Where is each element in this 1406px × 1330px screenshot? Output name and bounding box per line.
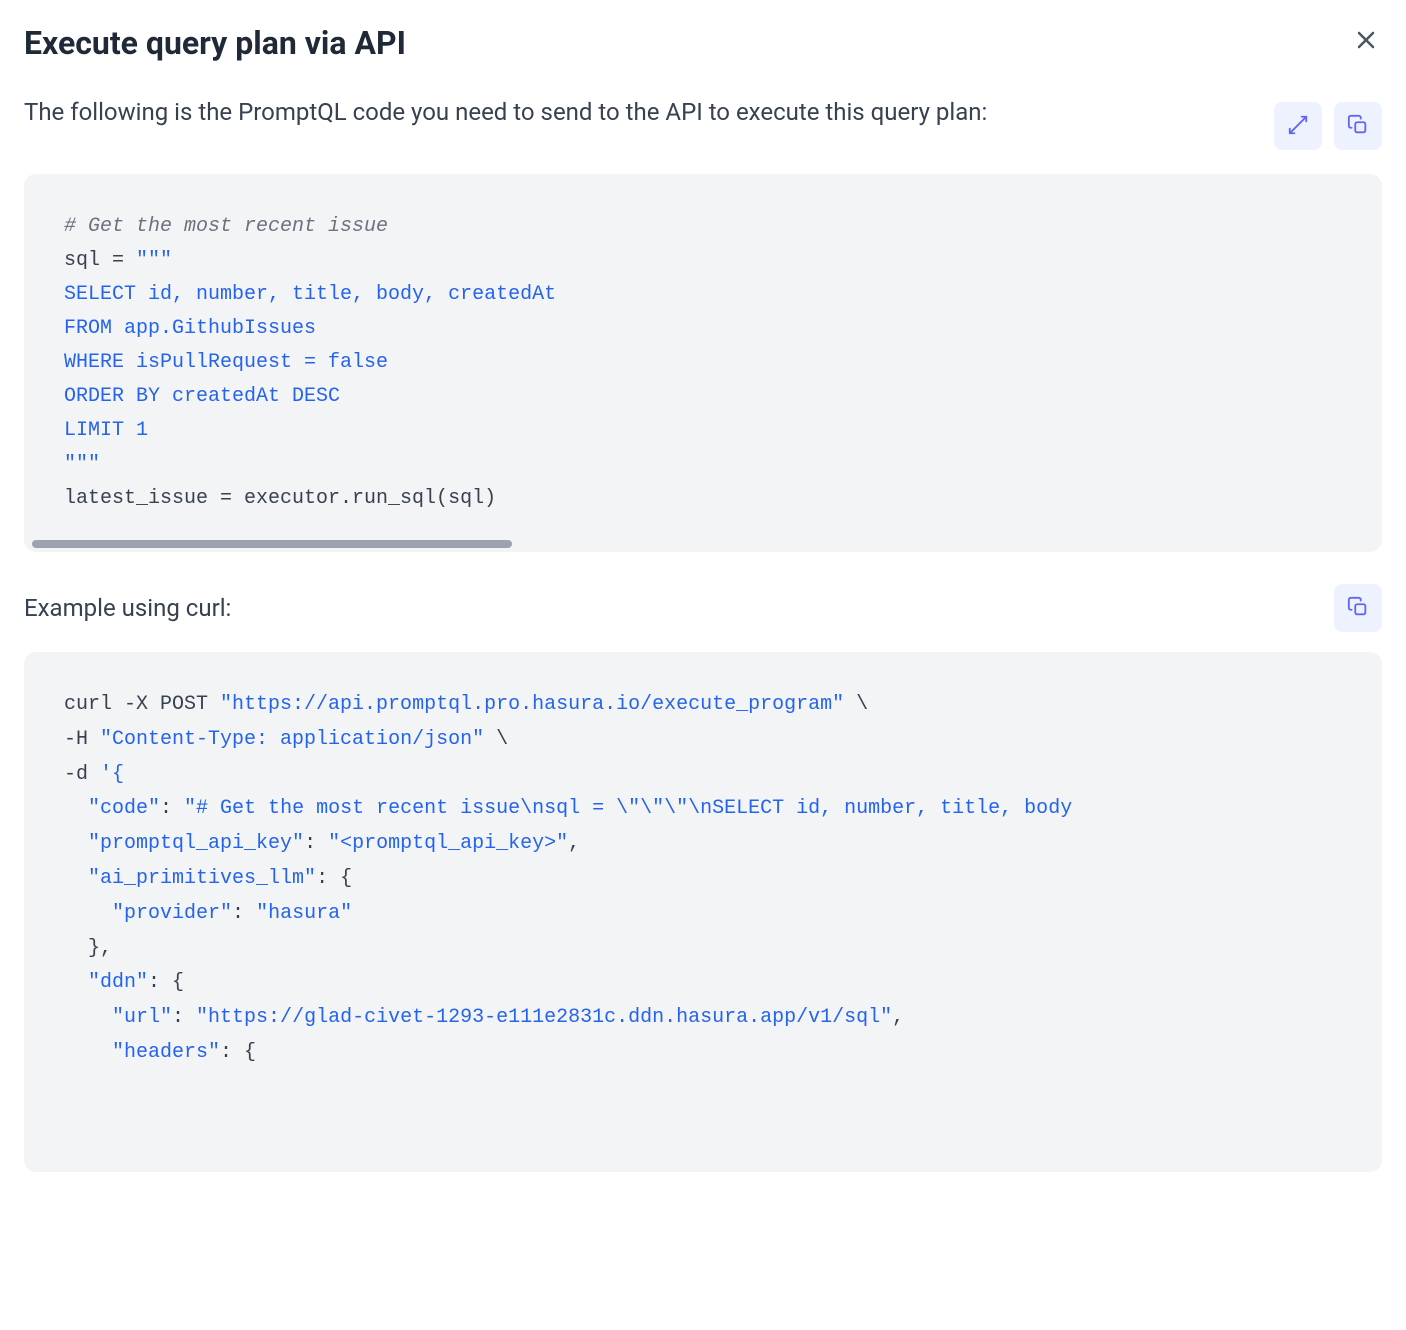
action-buttons bbox=[1274, 102, 1382, 150]
curl-punct: , bbox=[892, 1006, 904, 1029]
curl-json-value: "https://glad-civet-1293-e111e2831c.ddn.… bbox=[196, 1006, 892, 1029]
code-string: """ bbox=[136, 249, 172, 272]
copy-icon bbox=[1347, 596, 1369, 621]
curl-flag: -H bbox=[64, 728, 100, 751]
curl-esc: \ bbox=[844, 693, 868, 716]
curl-punct: : bbox=[172, 1006, 196, 1029]
curl-esc: \ bbox=[484, 728, 508, 751]
curl-punct: : { bbox=[220, 1041, 256, 1064]
curl-flag: -d bbox=[64, 763, 100, 786]
code-wrap-icon bbox=[1287, 114, 1309, 139]
code-comment: # Get the most recent issue bbox=[64, 215, 388, 238]
curl-code-block: curl -X POST "https://api.promptql.pro.h… bbox=[24, 652, 1382, 1172]
close-icon bbox=[1354, 28, 1378, 55]
curl-indent bbox=[64, 971, 88, 994]
curl-punct: : { bbox=[148, 971, 184, 994]
promptql-code: # Get the most recent issue sql = """ SE… bbox=[64, 210, 1342, 516]
curl-json-key: "code" bbox=[88, 797, 160, 820]
curl-json-value: "# Get the most recent issue\nsql = \"\"… bbox=[184, 797, 1072, 820]
example-row: Example using curl: bbox=[24, 584, 1382, 632]
copy-icon bbox=[1347, 114, 1369, 139]
curl-punct: : bbox=[160, 797, 184, 820]
curl-json-key: "ddn" bbox=[88, 971, 148, 994]
curl-code: curl -X POST "https://api.promptql.pro.h… bbox=[64, 688, 1342, 1071]
code-sql: WHERE isPullRequest = false bbox=[64, 351, 388, 374]
curl-json-key: "url" bbox=[112, 1006, 172, 1029]
code-sql: ORDER BY createdAt DESC bbox=[64, 385, 340, 408]
curl-indent bbox=[64, 867, 88, 890]
curl-json-value: "hasura" bbox=[256, 902, 352, 925]
curl-json-key: "headers" bbox=[112, 1041, 220, 1064]
code-line: sql = bbox=[64, 249, 136, 272]
intro-row: The following is the PromptQL code you n… bbox=[24, 94, 1382, 150]
curl-header: "Content-Type: application/json" bbox=[100, 728, 484, 751]
example-label: Example using curl: bbox=[24, 594, 231, 622]
curl-punct: }, bbox=[64, 937, 112, 960]
code-sql: FROM app.GithubIssues bbox=[64, 317, 316, 340]
code-sql: LIMIT 1 bbox=[64, 419, 148, 442]
curl-json-value: "<promptql_api_key>" bbox=[328, 832, 568, 855]
curl-punct: : bbox=[304, 832, 328, 855]
curl-json-key: "promptql_api_key" bbox=[88, 832, 304, 855]
modal-title: Execute query plan via API bbox=[24, 24, 406, 62]
modal-header: Execute query plan via API bbox=[24, 24, 1382, 62]
curl-indent bbox=[64, 797, 88, 820]
curl-punct: , bbox=[568, 832, 580, 855]
code-line: latest_issue = executor.run_sql(sql) bbox=[64, 487, 496, 510]
horizontal-scrollbar[interactable] bbox=[32, 540, 512, 548]
curl-indent bbox=[64, 832, 88, 855]
curl-json-key: "provider" bbox=[112, 902, 232, 925]
curl-punct: : bbox=[232, 902, 256, 925]
copy-curl-button[interactable] bbox=[1334, 584, 1382, 632]
wrap-code-button[interactable] bbox=[1274, 102, 1322, 150]
curl-url: "https://api.promptql.pro.hasura.io/exec… bbox=[220, 693, 844, 716]
curl-json-open: '{ bbox=[100, 763, 124, 786]
curl-indent bbox=[64, 902, 112, 925]
close-button[interactable] bbox=[1350, 24, 1382, 59]
intro-text: The following is the PromptQL code you n… bbox=[24, 94, 1250, 130]
copy-code-button[interactable] bbox=[1334, 102, 1382, 150]
curl-punct: : { bbox=[316, 867, 352, 890]
curl-indent bbox=[64, 1006, 112, 1029]
code-string: """ bbox=[64, 453, 100, 476]
promptql-code-block: # Get the most recent issue sql = """ SE… bbox=[24, 174, 1382, 552]
code-sql: SELECT id, number, title, body, createdA… bbox=[64, 283, 556, 306]
curl-line: curl -X POST bbox=[64, 693, 220, 716]
curl-indent bbox=[64, 1041, 112, 1064]
curl-json-key: "ai_primitives_llm" bbox=[88, 867, 316, 890]
